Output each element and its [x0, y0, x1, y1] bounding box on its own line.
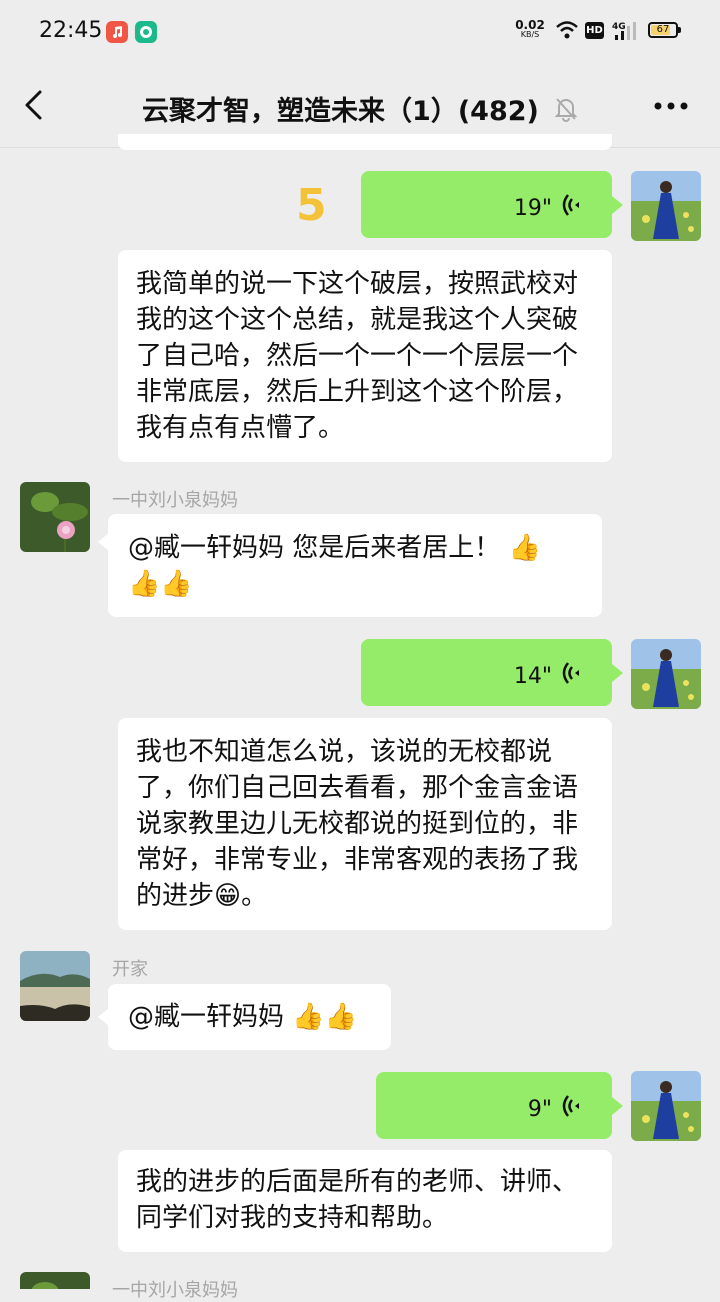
thumbs-up-icon: 👍 — [508, 533, 541, 563]
cellular-signal-icon: 4G — [612, 22, 636, 40]
thumbs-up-icon: 👍 — [128, 569, 161, 599]
bubble-tail — [612, 664, 623, 682]
bubble-tail — [612, 1097, 623, 1115]
sender-name: 一中刘小泉妈妈 — [112, 490, 238, 511]
voice-message-bubble[interactable]: 19" — [361, 171, 612, 238]
voice-wave-icon — [562, 194, 579, 216]
more-dots-icon[interactable] — [654, 102, 688, 110]
message-text: @臧一轩妈妈 您是后来者居上！ 👍 — [128, 533, 541, 563]
voice-wave-icon — [562, 1095, 579, 1117]
message-text: @臧一轩妈妈 👍👍 — [128, 1002, 358, 1032]
avatar[interactable] — [631, 1071, 701, 1141]
chat-title: 云聚才智，塑造未来（1）(482) — [142, 96, 539, 127]
avatar[interactable] — [631, 639, 701, 709]
message-text: 我也不知道怎么说，该说的无校都说了，你们自己回去看看，那个金言金语说家教里边儿无… — [136, 737, 579, 911]
message-emoji-line: 👍👍 — [128, 566, 582, 602]
overlay-number: 5 — [296, 180, 327, 231]
sender-name: 一中刘小泉妈妈 — [112, 1280, 238, 1301]
partial-message-bubble — [118, 134, 612, 150]
bell-off-icon — [554, 97, 578, 122]
avatar[interactable] — [631, 171, 701, 241]
status-bar: 22:45 0.02 KB/S HD 4G 67 — [0, 0, 720, 62]
message-text: 我的进步的后面是所有的老师、讲师、同学们对我的支持和帮助。 — [136, 1167, 579, 1233]
hd-badge: HD — [585, 22, 604, 39]
wifi-icon — [556, 21, 578, 39]
message-bubble: @臧一轩妈妈 您是后来者居上！ 👍 👍👍 — [108, 514, 602, 617]
bubble-tail — [612, 196, 623, 214]
voice-wave-icon — [562, 662, 579, 684]
avatar[interactable] — [20, 482, 90, 552]
message-bubble: 我的进步的后面是所有的老师、讲师、同学们对我的支持和帮助。 — [118, 1150, 612, 1252]
voice-message-bubble[interactable]: 9" — [376, 1072, 612, 1139]
chat-app-icon — [135, 21, 157, 43]
avatar[interactable] — [20, 951, 90, 1021]
network-speed: 0.02 KB/S — [515, 18, 545, 39]
sender-name: 开家 — [112, 959, 148, 980]
voice-message-bubble[interactable]: 14" — [361, 639, 612, 706]
message-text: 我简单的说一下这个破层，按照武校对我的这个这个总结，就是我这个人突破了自己哈，然… — [136, 269, 579, 443]
avatar[interactable] — [20, 1272, 90, 1289]
status-time: 22:45 — [39, 18, 103, 43]
svg-text:4G: 4G — [612, 22, 626, 32]
message-bubble: 我也不知道怎么说，该说的无校都说了，你们自己回去看看，那个金言金语说家教里边儿无… — [118, 718, 612, 930]
music-app-icon — [106, 21, 128, 43]
message-bubble: @臧一轩妈妈 👍👍 — [108, 984, 391, 1050]
battery-icon: 67 — [648, 22, 681, 38]
message-bubble: 我简单的说一下这个破层，按照武校对我的这个这个总结，就是我这个人突破了自己哈，然… — [118, 250, 612, 462]
thumbs-up-icon: 👍 — [160, 569, 193, 599]
